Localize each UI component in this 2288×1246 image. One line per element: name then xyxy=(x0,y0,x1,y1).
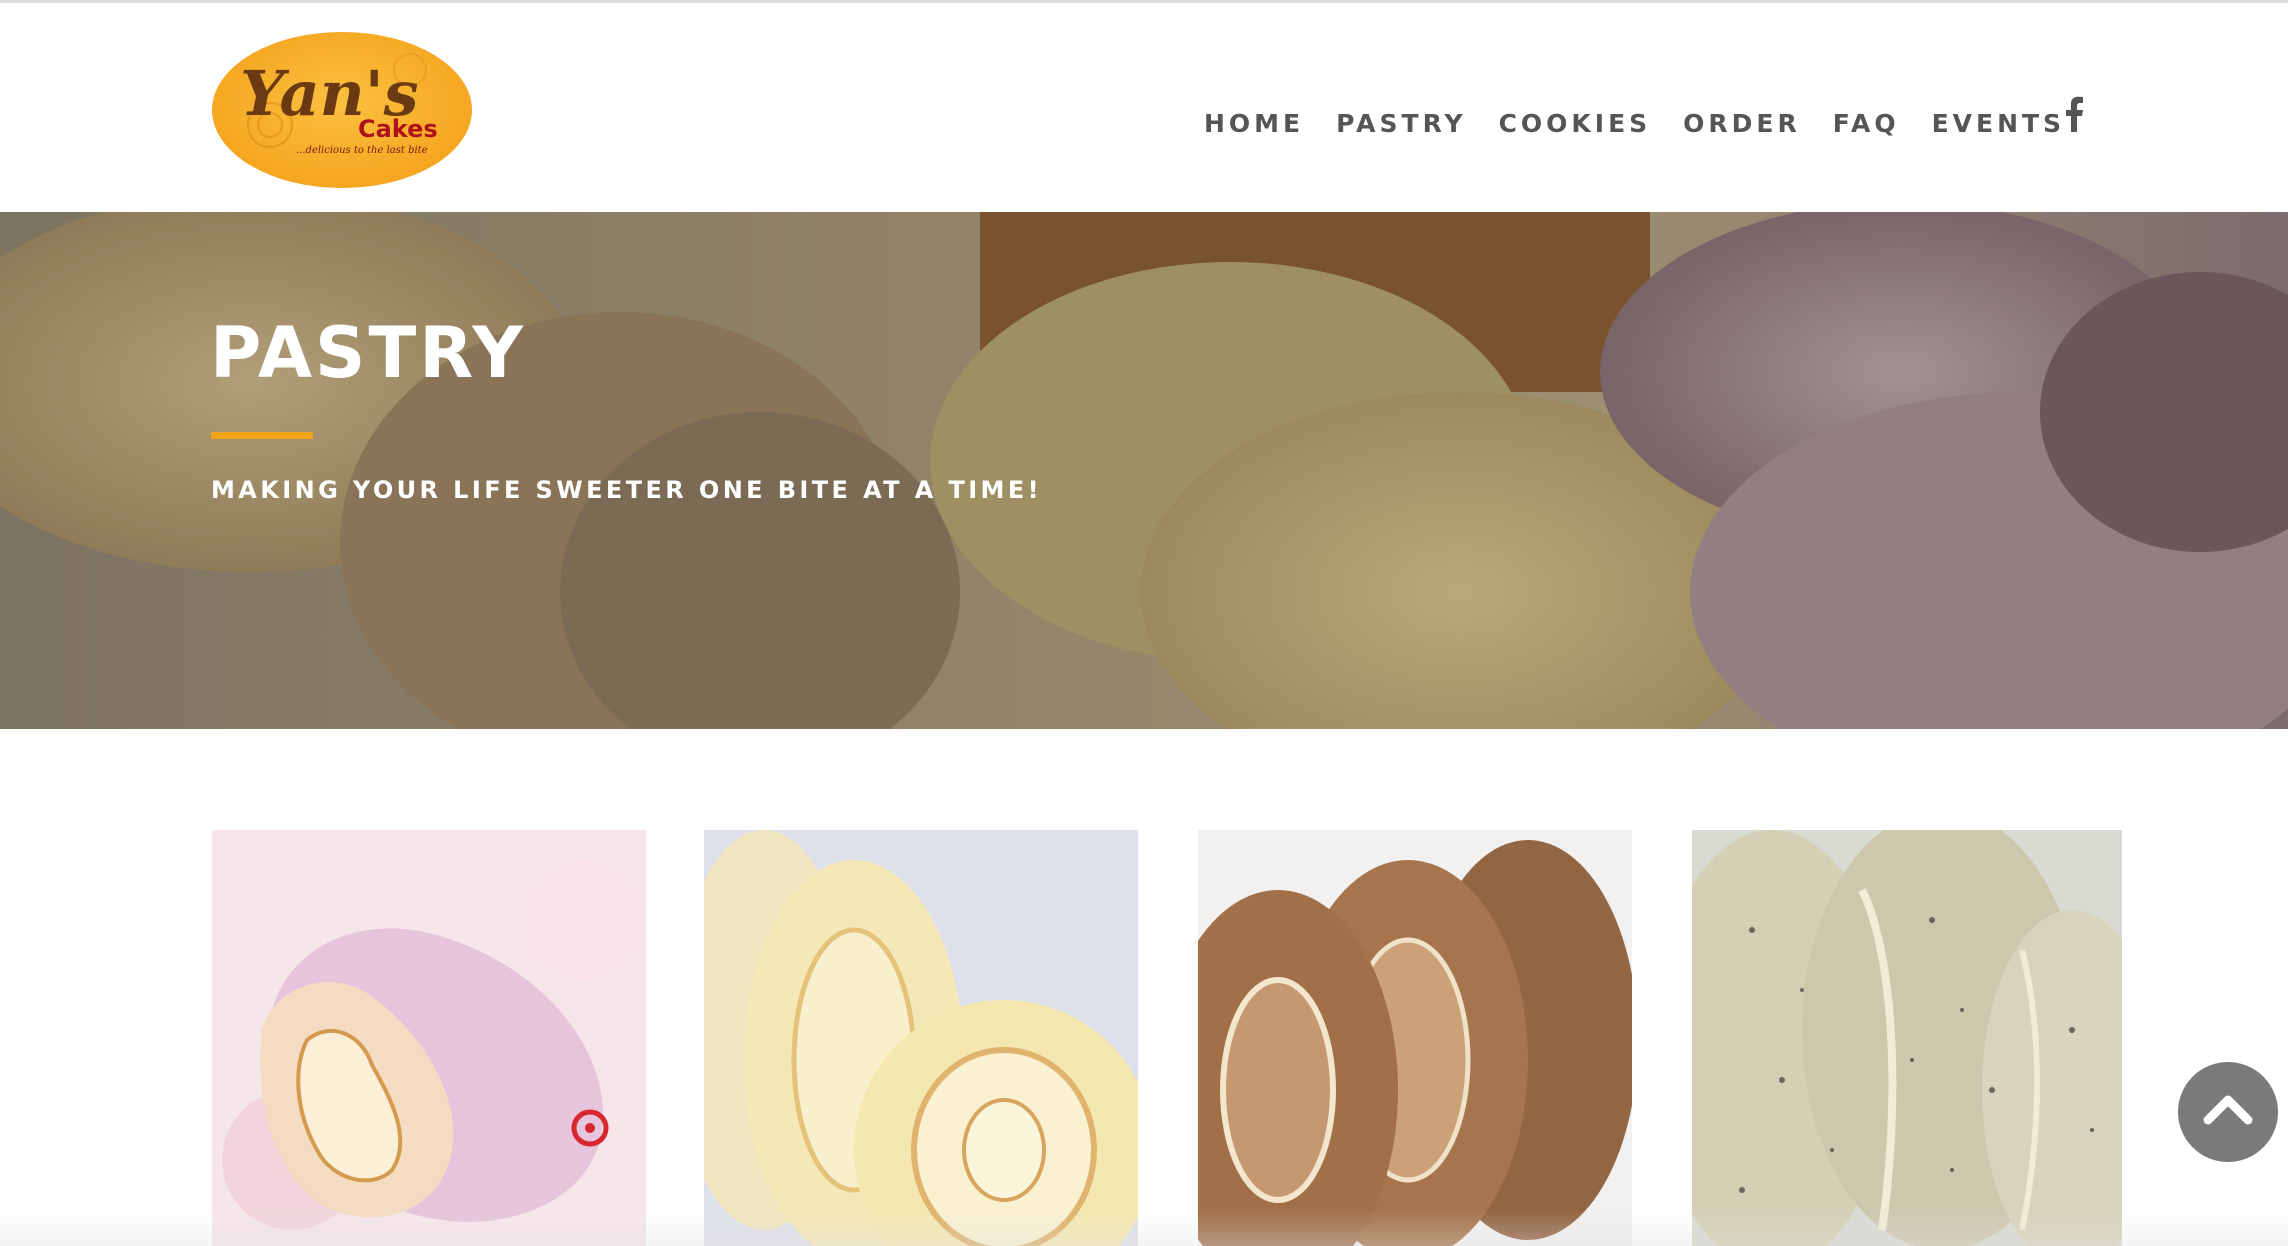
vanilla-roll-cake-image xyxy=(704,830,1138,1246)
nav-order[interactable]: ORDER xyxy=(1683,109,1801,138)
main-nav: HOME PASTRY COOKIES ORDER FAQ EVENTS xyxy=(1204,103,2097,143)
page-title: PASTRY xyxy=(210,312,526,394)
scroll-to-top-button[interactable] xyxy=(2178,1062,2278,1162)
nav-faq[interactable]: FAQ xyxy=(1833,109,1900,138)
title-underline xyxy=(211,432,313,439)
nav-pastry[interactable]: PASTRY xyxy=(1336,109,1466,138)
product-card[interactable] xyxy=(1198,830,1632,1246)
nav-home[interactable]: HOME xyxy=(1204,109,1304,138)
product-card[interactable] xyxy=(704,830,1138,1246)
logo-subtitle: Cakes xyxy=(358,115,438,143)
logo-tagline: ...delicious to the last bite xyxy=(296,145,428,156)
nav-cookies[interactable]: COOKIES xyxy=(1499,109,1652,138)
product-grid xyxy=(0,729,2288,1246)
pink-roll-cake-image xyxy=(212,830,646,1246)
site-logo[interactable]: Yan's Cakes ...delicious to the last bit… xyxy=(210,30,474,190)
product-card[interactable] xyxy=(212,830,646,1246)
nav-events[interactable]: EVENTS xyxy=(1932,109,2066,138)
product-card[interactable] xyxy=(1692,830,2122,1246)
cookies-and-cream-roll-cake-image xyxy=(1692,830,2122,1246)
facebook-icon[interactable] xyxy=(2060,95,2088,133)
hero-banner: PASTRY MAKING YOUR LIFE SWEETER ONE BITE… xyxy=(0,212,2288,729)
hero-background-image xyxy=(0,212,2288,729)
mocha-roll-cake-image xyxy=(1198,830,1632,1246)
page-subtitle: MAKING YOUR LIFE SWEETER ONE BITE AT A T… xyxy=(211,476,1042,504)
site-header: Yan's Cakes ...delicious to the last bit… xyxy=(0,3,2288,212)
chevron-up-icon xyxy=(2203,1095,2253,1125)
